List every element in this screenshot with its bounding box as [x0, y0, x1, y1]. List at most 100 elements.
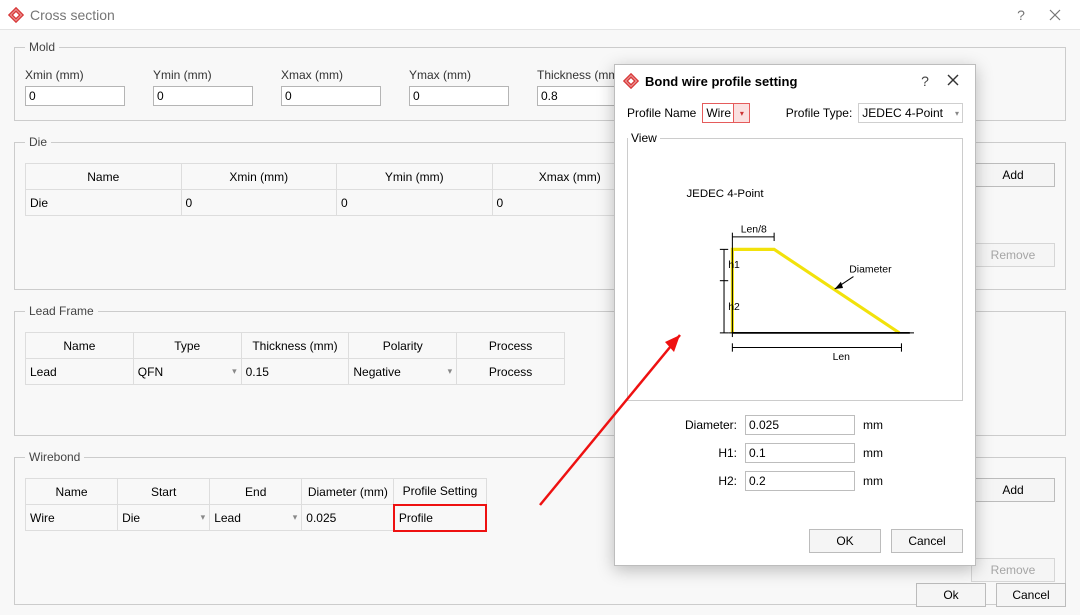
lead-header-row: Name Type Thickness (mm) Polarity Proces… [26, 333, 565, 359]
diagram-diameter: Diameter [849, 264, 892, 275]
diagram-len: Len [833, 352, 851, 363]
app-icon [623, 73, 639, 89]
param-diameter-label: Diameter: [627, 418, 737, 432]
diagram-len8: Len/8 [741, 225, 767, 236]
mold-xmax-input[interactable] [281, 86, 381, 106]
main-cancel-button[interactable]: Cancel [996, 583, 1066, 607]
dialog-close-button[interactable] [939, 73, 967, 89]
param-diameter-unit: mm [863, 418, 893, 432]
diagram-title: JEDEC 4-Point [686, 188, 764, 200]
chevron-down-icon: ▾ [293, 512, 298, 523]
mold-ymin-input[interactable] [153, 86, 253, 106]
window-titlebar: Cross section ? [0, 0, 1080, 30]
profile-name-label: Profile Name [627, 106, 696, 120]
wb-h-start: Start [118, 479, 210, 505]
wb-name-cell[interactable]: Wire [26, 505, 118, 531]
profile-type-label: Profile Type: [786, 106, 852, 120]
wb-row[interactable]: Wire Die ▾ Lead ▾ 0.025 Profile [26, 505, 487, 531]
mold-ymin-label: Ymin (mm) [153, 68, 253, 82]
app-icon [8, 7, 24, 23]
mold-xmin-input[interactable] [25, 86, 125, 106]
wire-profile-diagram: JEDEC 4-Point Len/8 h1 h2 [628, 145, 962, 406]
param-h1-input[interactable] [745, 443, 855, 463]
profile-name-value: Wire [703, 106, 733, 120]
lead-type-cell[interactable]: QFN ▾ [133, 359, 241, 385]
chevron-down-icon: ▾ [232, 366, 237, 377]
param-h1-label: H1: [627, 446, 737, 460]
view-legend: View [628, 131, 660, 145]
die-h-xmin: Xmin (mm) [181, 164, 337, 190]
die-h-ymin: Ymin (mm) [337, 164, 493, 190]
chevron-down-icon: ▾ [733, 104, 749, 122]
profile-type-combo[interactable]: JEDEC 4-Point ▾ [858, 103, 963, 123]
die-h-name: Name [26, 164, 182, 190]
mold-xmin-label: Xmin (mm) [25, 68, 125, 82]
wb-h-profile: Profile Setting [394, 479, 486, 505]
die-ymin-cell[interactable]: 0 [337, 190, 493, 216]
chevron-down-icon: ▾ [955, 109, 959, 118]
die-legend: Die [25, 135, 51, 149]
view-panel: View JEDEC 4-Point Len/8 h1 h2 [627, 131, 963, 401]
wb-profile-cell[interactable]: Profile [394, 505, 486, 531]
lead-row[interactable]: Lead QFN ▾ 0.15 Negative ▾ Process [26, 359, 565, 385]
wirebond-table: Name Start End Diameter (mm) Profile Set… [25, 478, 487, 532]
wb-header-row: Name Start End Diameter (mm) Profile Set… [26, 479, 487, 505]
dialog-help-button[interactable]: ? [911, 73, 939, 89]
wb-add-button[interactable]: Add [971, 478, 1055, 502]
mold-ymax-input[interactable] [409, 86, 509, 106]
wb-start-text: Die [122, 511, 140, 525]
lead-type-text: QFN [138, 365, 163, 379]
close-icon [1049, 9, 1061, 21]
lead-process-cell[interactable]: Process [457, 359, 565, 385]
dialog-title: Bond wire profile setting [645, 74, 911, 89]
wb-remove-button[interactable]: Remove [971, 558, 1055, 582]
diagram-h1: h1 [728, 260, 740, 271]
lead-h-thick: Thickness (mm) [241, 333, 349, 359]
lead-h-polarity: Polarity [349, 333, 457, 359]
lead-legend: Lead Frame [25, 304, 98, 318]
dialog-titlebar: Bond wire profile setting ? [615, 65, 975, 97]
close-icon [947, 74, 959, 86]
param-h2-label: H2: [627, 474, 737, 488]
wb-diameter-cell[interactable]: 0.025 [302, 505, 394, 531]
chevron-down-icon: ▾ [201, 512, 206, 523]
wb-h-name: Name [26, 479, 118, 505]
profile-name-combo[interactable]: Wire ▾ [702, 103, 750, 123]
lead-h-name: Name [26, 333, 134, 359]
wb-start-cell[interactable]: Die ▾ [118, 505, 210, 531]
die-remove-button[interactable]: Remove [971, 243, 1055, 267]
profile-type-value: JEDEC 4-Point [862, 106, 943, 120]
main-ok-button[interactable]: Ok [916, 583, 986, 607]
wb-legend: Wirebond [25, 450, 84, 464]
lead-polarity-cell[interactable]: Negative ▾ [349, 359, 457, 385]
param-h2-input[interactable] [745, 471, 855, 491]
lead-h-process: Process [457, 333, 565, 359]
param-diameter-input[interactable] [745, 415, 855, 435]
bond-wire-dialog: Bond wire profile setting ? Profile Name… [614, 64, 976, 566]
help-button[interactable]: ? [1004, 0, 1038, 29]
lead-process-button[interactable]: Process [489, 365, 532, 379]
dialog-cancel-button[interactable]: Cancel [891, 529, 963, 553]
window-title: Cross section [30, 7, 1004, 23]
mold-xmax-label: Xmax (mm) [281, 68, 381, 82]
profile-button[interactable]: Profile [399, 511, 433, 525]
chevron-down-icon: ▾ [448, 366, 453, 377]
die-add-button[interactable]: Add [971, 163, 1055, 187]
lead-thick-cell[interactable]: 0.15 [241, 359, 349, 385]
die-name-cell[interactable]: Die [26, 190, 182, 216]
lead-polarity-text: Negative [353, 365, 400, 379]
close-button[interactable] [1038, 0, 1072, 29]
wb-h-diameter: Diameter (mm) [302, 479, 394, 505]
lead-h-type: Type [133, 333, 241, 359]
wb-h-end: End [210, 479, 302, 505]
diagram-h2: h2 [728, 302, 740, 313]
lead-name-cell[interactable]: Lead [26, 359, 134, 385]
die-xmin-cell[interactable]: 0 [181, 190, 337, 216]
mold-ymax-label: Ymax (mm) [409, 68, 509, 82]
wb-end-cell[interactable]: Lead ▾ [210, 505, 302, 531]
lead-table: Name Type Thickness (mm) Polarity Proces… [25, 332, 565, 385]
param-h1-unit: mm [863, 446, 893, 460]
wb-end-text: Lead [214, 511, 241, 525]
dialog-ok-button[interactable]: OK [809, 529, 881, 553]
mold-legend: Mold [25, 40, 59, 54]
